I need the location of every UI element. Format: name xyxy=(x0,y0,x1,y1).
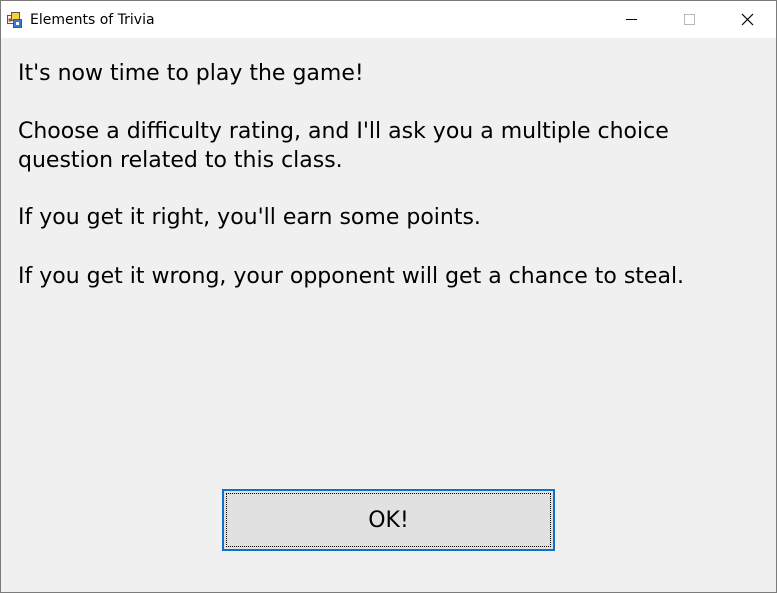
intro-text: It's now time to play the game! xyxy=(18,61,364,86)
minimize-button[interactable] xyxy=(602,1,660,38)
instructions-line-1: Choose a difficulty rating, and I'll ask… xyxy=(18,119,669,144)
instructions-line-2: question related to this class. xyxy=(18,148,343,173)
trivia-window: Elements of Trivia It's now time to play… xyxy=(0,0,777,593)
title-bar[interactable]: Elements of Trivia xyxy=(1,1,776,38)
ok-button[interactable]: OK! xyxy=(222,489,555,551)
close-icon xyxy=(741,13,754,26)
close-button[interactable] xyxy=(718,1,776,38)
maximize-button[interactable] xyxy=(660,1,718,38)
dialog-content: It's now time to play the game! Choose a… xyxy=(1,38,776,592)
wrong-answer-text: If you get it wrong, your opponent will … xyxy=(18,264,685,289)
maximize-icon xyxy=(684,14,695,25)
minimize-icon xyxy=(626,19,637,20)
app-icon xyxy=(7,12,23,28)
correct-answer-text: If you get it right, you'll earn some po… xyxy=(18,205,481,230)
window-title: Elements of Trivia xyxy=(30,12,155,28)
